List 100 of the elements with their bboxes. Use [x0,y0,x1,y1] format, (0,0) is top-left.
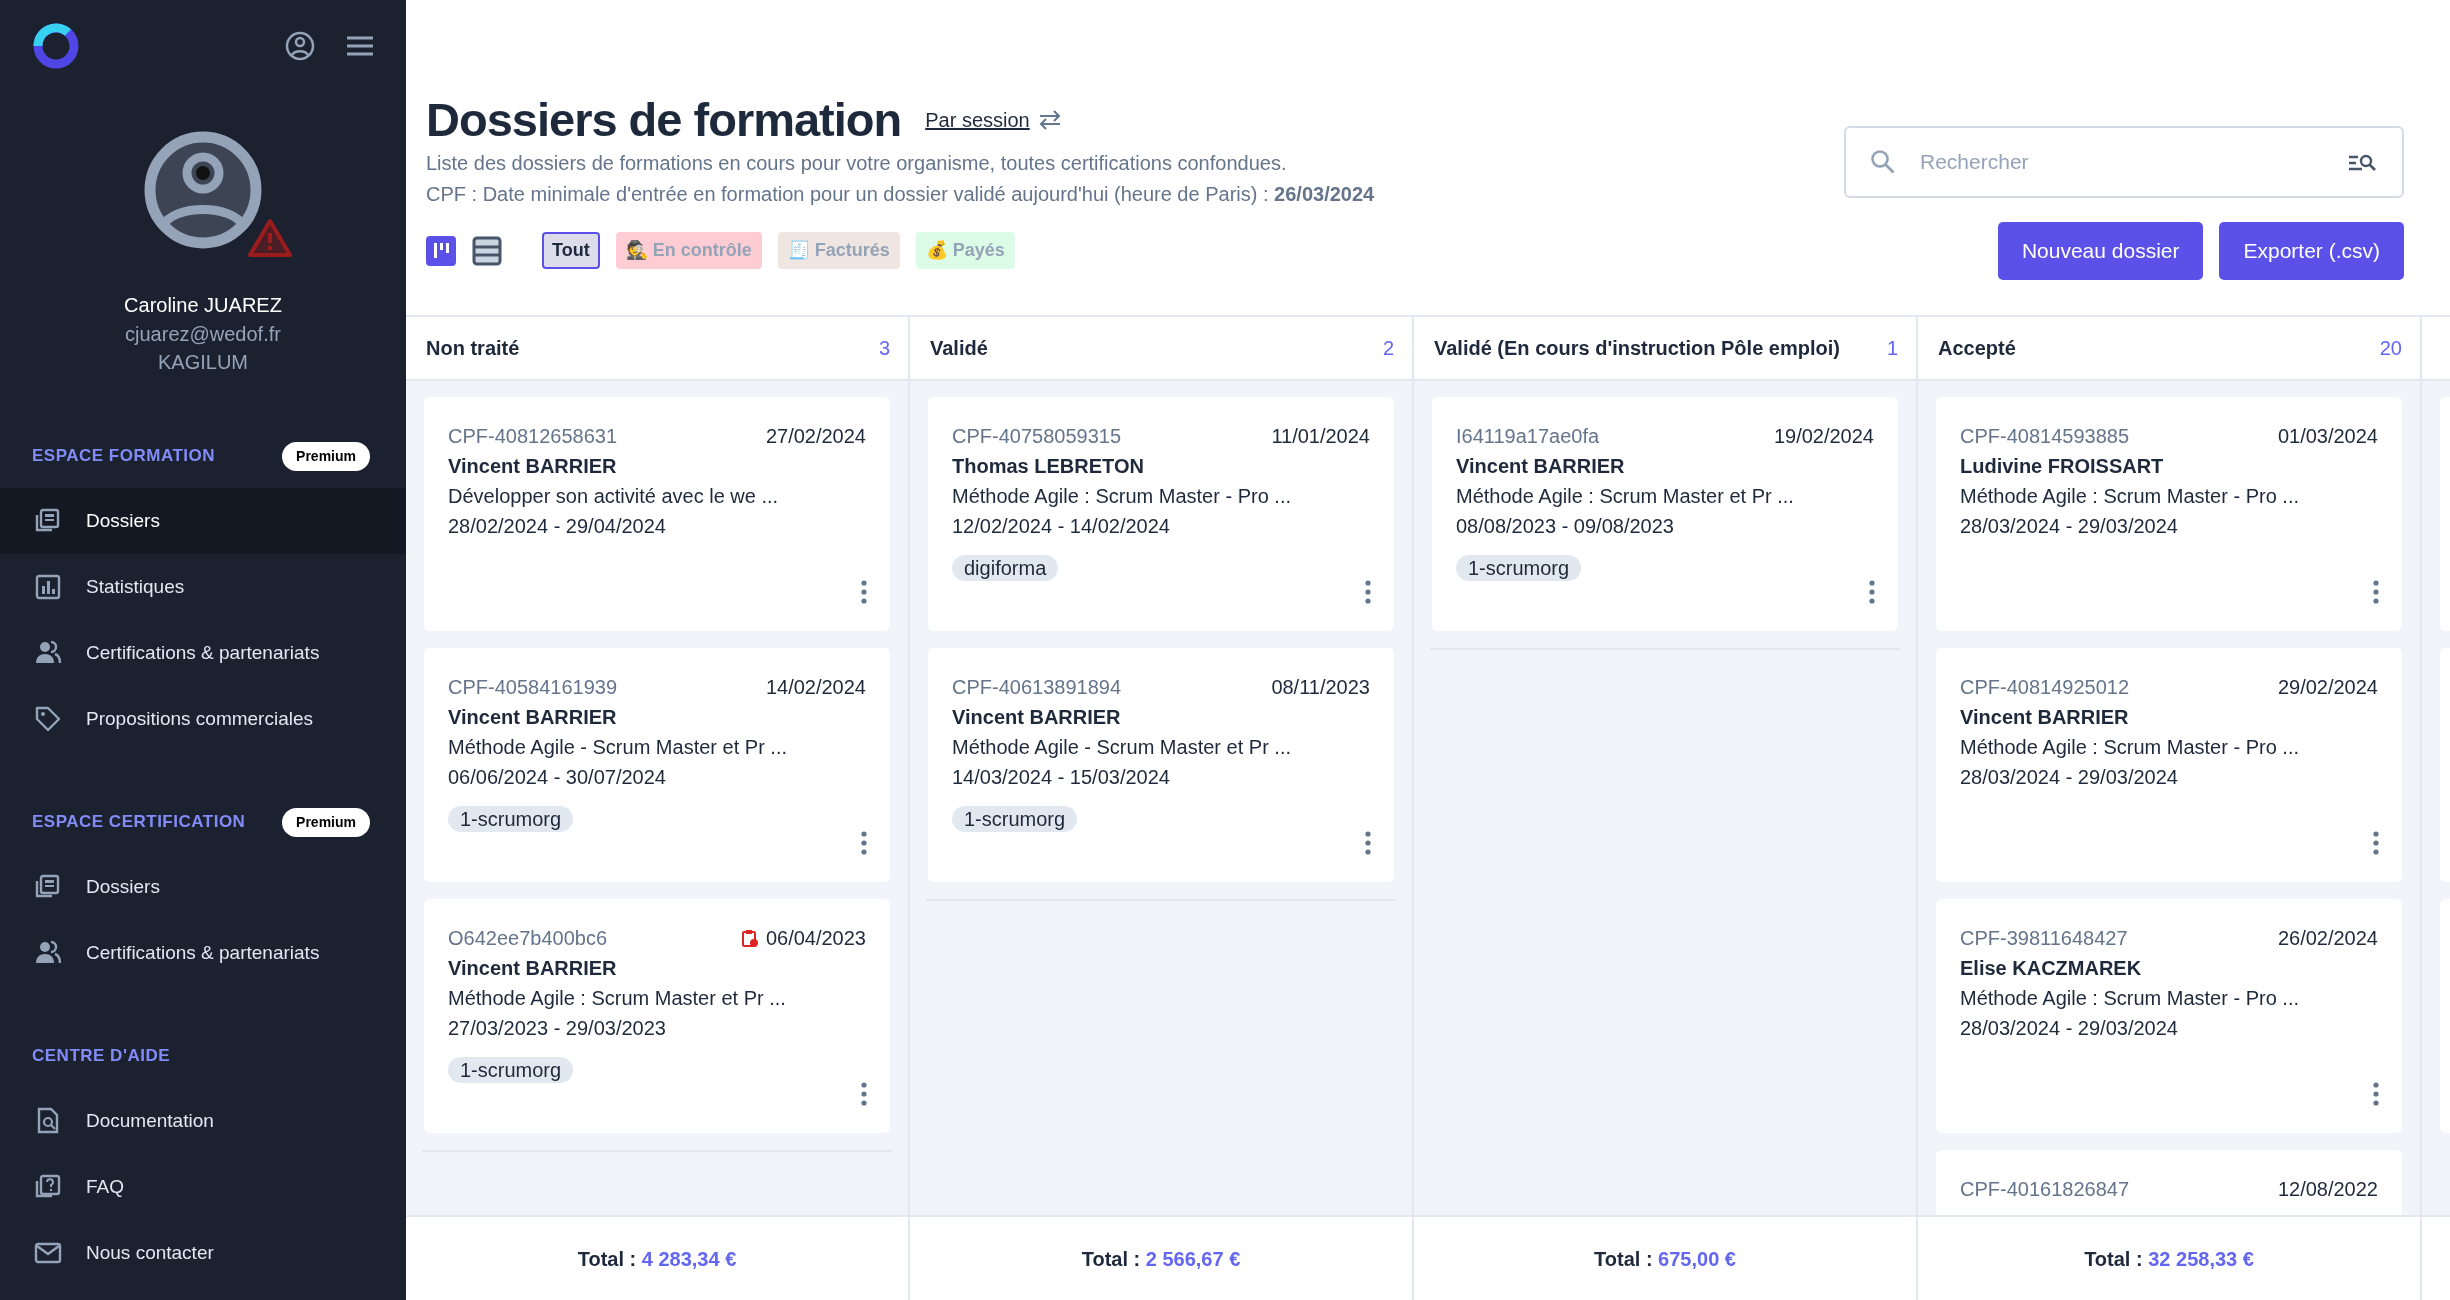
trainee-name: Elise KACZMAREK [1960,956,2143,981]
dossier-card[interactable]: CPF-40161826847 12/08/2022 [1936,1150,2402,1215]
column-count: 3 [878,336,890,361]
dossier-id: O642ee7b400bc6 [448,926,608,951]
column-title: Accepté [1938,336,2016,361]
training-period: 06/06/2024 - 30/07/2024 [448,765,667,790]
dossier-id: CPF-40161826847 [1960,1177,2129,1202]
section-heading: CENTRE D'AIDE [32,1045,171,1068]
more-icon[interactable] [860,1081,868,1106]
description-text: Liste des dossiers de formations en cours pour votre organisme, toutes certifications confondues. [426,151,1288,177]
dossier-card[interactable]: CPF-40758059315 11/01/2024 Thomas LEBRETON Méthode Agile : Scrum Master - Pro ... 12/02/2024 - 14/02/2024 digiforma [928,397,1394,631]
page-title: Dossiers de formation [426,92,902,148]
column-total: Total : 675,00 € [1594,1246,1736,1272]
training-period: 28/02/2024 - 29/04/2024 [448,514,667,539]
dossier-id: CPF-40812658631 [448,424,617,449]
sidebar-item[interactable]: Nous contacter [0,1220,406,1286]
sidebar-item[interactable]: Certifications & partenariats [0,920,406,986]
more-icon[interactable] [860,579,868,604]
more-icon[interactable] [1364,830,1372,855]
trainee-name: Vincent BARRIER [1456,454,1626,479]
action-button[interactable]: Nouveau dossier [1997,222,2204,280]
training-period: 28/03/2024 - 29/03/2024 [1960,1016,2179,1041]
training-period: 14/03/2024 - 15/03/2024 [952,765,1171,790]
dossier-card[interactable]: CPF-40814925012 29/02/2024 Vincent BARRIER Méthode Agile : Scrum Master - Pro ... 28/03/2024 - 29/03/2024 [1936,648,2402,882]
dossier-date: 19/02/2024 [1773,424,1874,449]
column-title: Non traité [426,336,520,361]
trainee-name: Vincent BARRIER [952,705,1122,730]
kanban-icon[interactable] [426,235,456,266]
sidebar-item[interactable]: Statistiques [0,554,406,620]
dossier-date: 08/11/2023 [1271,675,1370,700]
column-count: 2 [1382,336,1394,361]
dossier-date: 26/02/2024 [2277,926,2378,951]
training-period: 12/02/2024 - 14/02/2024 [952,514,1171,539]
more-icon[interactable] [2372,830,2380,855]
search-icon [1870,149,1896,175]
training-period: 08/08/2023 - 09/08/2023 [1456,514,1675,539]
column-title: Validé [930,336,988,361]
training-title: Développer son activité avec le we ... [448,484,780,509]
dossier-card[interactable]: CPF-40812658631 27/02/2024 Vincent BARRIER Développer son activité avec le we ... 28/02/2024 - 29/04/2024 [424,397,890,631]
column-total: Total : 2 566,67 € [1081,1246,1241,1272]
trainee-name: Ludivine FROISSART [1960,454,2165,479]
training-title: Méthode Agile : Scrum Master - Pro ... [1960,735,2300,760]
search-field[interactable]: Rechercher [1844,126,2404,198]
training-title: Méthode Agile : Scrum Master - Pro ... [1960,986,2300,1011]
tag-icon [34,705,62,733]
column-total: Total : 4 283,34 € [577,1246,737,1272]
dossier-date: 12/08/2022 [2277,1177,2378,1202]
column-count: 20 [2379,336,2402,361]
dossier-id: I64119a17ae0fa [1456,424,1600,449]
premium-badge: Premium [282,441,370,471]
column-title: Validé (En cours d'instruction Pôle emploi) [1434,336,1840,361]
training-title: Méthode Agile : Scrum Master - Pro ... [1960,484,2300,509]
more-icon[interactable] [1868,579,1876,604]
tag: 1-scrumorg [1456,555,1582,581]
trainee-name: Vincent BARRIER [1960,705,2130,730]
more-icon[interactable] [1364,579,1372,604]
column-total: Total : 32 258,33 € [2084,1246,2254,1272]
training-period: 27/03/2023 - 29/03/2023 [448,1016,667,1041]
dossier-id: CPF-40584161939 [448,675,617,700]
trainee-name: Vincent BARRIER [448,705,618,730]
dossier-id: CPF-40814925012 [1960,675,2129,700]
dossier-card[interactable]: CPF-39811648427 26/02/2024 Elise KACZMAREK Méthode Agile : Scrum Master - Pro ... 28/03/2024 - 29/03/2024 [1936,899,2402,1133]
dossier-card[interactable]: CPF-40584161939 14/02/2024 Vincent BARRIER Méthode Agile - Scrum Master et Pr ... 06/06/2024 - 30/07/2024 1-scrumorg [424,648,890,882]
sidebar-item[interactable]: FAQ [0,1154,406,1220]
dossier-card[interactable]: CPF-40613891894 08/11/2023 Vincent BARRIER Méthode Agile - Scrum Master et Pr ... 14/03/2024 - 15/03/2024 1-scrumorg [928,648,1394,882]
sidebar-item[interactable]: Dossiers [0,488,406,554]
view-switch-link[interactable]: Par session [925,105,1062,136]
tag: 1-scrumorg [448,1057,574,1083]
sidebar-item[interactable]: Dossiers [0,854,406,920]
dossier-id: CPF-39811648427 [1960,926,2128,951]
swap-icon [1037,110,1062,131]
dossier-date: 29/02/2024 [2277,675,2378,700]
dossier-date: 01/03/2024 [2277,424,2378,449]
dossier-card[interactable]: I64119a17ae0fa 19/02/2024 Vincent BARRIER Méthode Agile : Scrum Master et Pr ... 08/08/2023 - 09/08/2023 1-scrumorg [1432,397,1898,631]
sidebar-item[interactable]: Certifications & partenariats [0,620,406,686]
trainee-name: Vincent BARRIER [448,956,618,981]
dossier-id: CPF-40814593885 [1960,424,2129,449]
dossier-card[interactable]: CPF-40814593885 01/03/2024 Ludivine FROISSART Méthode Agile : Scrum Master - Pro ... 28/03/2024 - 29/03/2024 [1936,397,2402,631]
bar-chart-icon [34,573,62,601]
action-button[interactable]: Exporter (.csv) [2219,222,2404,280]
sidebar-item[interactable]: Propositions commerciales [0,686,406,752]
logo[interactable] [32,22,80,70]
sidebar-item[interactable]: Documentation [0,1088,406,1154]
dossier-date: 27/02/2024 [765,424,866,449]
section-heading: ESPACE CERTIFICATION [32,811,246,834]
dossier-card[interactable]: O642ee7b400bc6 06/04/2023 Vincent BARRIER Méthode Agile : Scrum Master et Pr ... 27/03/2023 - 29/03/2023 1-scrumorg [424,899,890,1133]
dossier-date: 14/02/2024 [765,675,866,700]
user-name: Caroline JUAREZ [124,293,282,318]
tag: 1-scrumorg [448,806,574,832]
more-icon[interactable] [2372,579,2380,604]
user-icon[interactable] [284,30,316,62]
training-period: 28/03/2024 - 29/03/2024 [1960,765,2179,790]
list-icon[interactable] [472,235,502,266]
more-icon[interactable] [860,830,868,855]
more-icon[interactable] [2372,1081,2380,1106]
training-title: Méthode Agile : Scrum Master et Pr ... [1456,484,1795,509]
training-title: Méthode Agile : Scrum Master et Pr ... [448,986,787,1011]
organization-name: KAGILUM [158,350,248,375]
trainee-name: Vincent BARRIER [448,454,618,479]
filter-chip[interactable]: Tout [542,232,600,270]
